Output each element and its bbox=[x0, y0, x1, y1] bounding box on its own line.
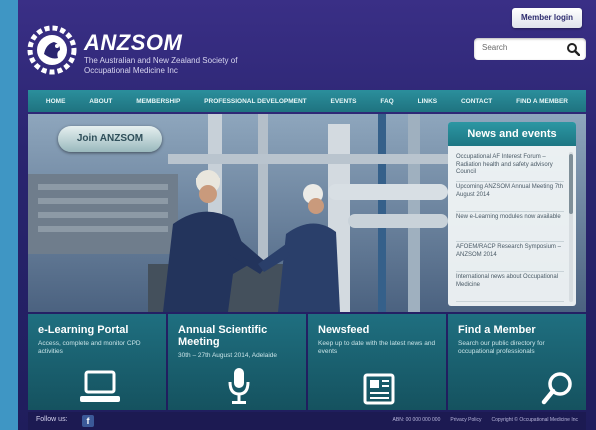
tile-title: Find a Member bbox=[458, 324, 536, 336]
facebook-icon[interactable]: f bbox=[82, 415, 94, 427]
nav-item-professional-development[interactable]: PROFESSIONAL DEVELOPMENT bbox=[204, 98, 306, 105]
news-item[interactable]: AFOEM/RACP Research Symposium – ANZSOM 2… bbox=[456, 242, 564, 272]
news-item[interactable]: Upcoming ANZSOM Annual Meeting 7th Augus… bbox=[456, 182, 564, 212]
news-item[interactable]: International news about Occupational Me… bbox=[456, 272, 564, 302]
nav-item-about[interactable]: ABOUT bbox=[89, 98, 112, 105]
tile-e-learning-portal[interactable]: e-Learning Portal Access, complete and m… bbox=[28, 314, 166, 410]
brand-name: ANZSOM bbox=[84, 30, 183, 55]
left-accent-bar bbox=[0, 0, 18, 430]
tile-description: Keep up to date with the latest news and… bbox=[318, 340, 436, 355]
tile-find-a-member[interactable]: Find a Member Search our public director… bbox=[448, 314, 586, 410]
nav-item-membership[interactable]: MEMBERSHIP bbox=[136, 98, 180, 105]
tile-title: e-Learning Portal bbox=[38, 324, 129, 336]
search-placeholder: Search bbox=[482, 43, 508, 52]
hero-banner: Join ANZSOM News and events Occupational… bbox=[28, 114, 586, 312]
feature-tiles: e-Learning Portal Access, complete and m… bbox=[28, 314, 586, 410]
page: Member login ANZSOM The Australian and N… bbox=[18, 0, 596, 430]
microphone-icon bbox=[228, 368, 250, 404]
nav-item-home[interactable]: HOME bbox=[46, 98, 66, 105]
news-item[interactable]: Occupational AF Interest Forum – Radiati… bbox=[456, 152, 564, 182]
tile-newsfeed[interactable]: Newsfeed Keep up to date with the latest… bbox=[308, 314, 446, 410]
tile-description: Search our public directory for occupati… bbox=[458, 340, 545, 355]
magnifier-icon bbox=[541, 372, 572, 405]
search-icon[interactable] bbox=[566, 42, 580, 56]
footer-links: ABN: 00 000 000 000 Privacy Policy Copyr… bbox=[393, 417, 578, 423]
tile-annual-scientific-meeting[interactable]: Annual Scientific Meeting 30th – 27th Au… bbox=[168, 314, 306, 410]
tile-description: 30th – 27th August 2014, Adelaide bbox=[178, 352, 278, 359]
news-scrollbar-thumb[interactable] bbox=[569, 154, 573, 214]
join-anzsom-button[interactable]: Join ANZSOM bbox=[58, 126, 162, 152]
footer: Follow us: f ABN: 00 000 000 000 Privacy… bbox=[28, 412, 586, 430]
tile-title: Annual Scientific Meeting bbox=[178, 324, 268, 348]
nav-item-events[interactable]: EVENTS bbox=[330, 98, 356, 105]
tile-title: Newsfeed bbox=[318, 324, 370, 336]
news-events-title: News and events bbox=[448, 122, 576, 146]
footer-copyright: Copyright © Occupational Medicine Inc bbox=[491, 417, 578, 423]
nav-item-faq[interactable]: FAQ bbox=[380, 98, 393, 105]
logo-icon bbox=[27, 25, 77, 75]
news-events-panel: News and events Occupational AF Interest… bbox=[448, 122, 576, 306]
tile-description: Access, complete and monitor CPD activit… bbox=[38, 340, 141, 355]
search-input[interactable]: Search bbox=[474, 38, 586, 60]
member-login-button[interactable]: Member login bbox=[512, 8, 582, 28]
footer-link-privacy[interactable]: Privacy Policy bbox=[450, 417, 481, 423]
nav-item-contact[interactable]: CONTACT bbox=[461, 98, 492, 105]
brand-subtitle: The Australian and New Zealand Society o… bbox=[84, 56, 238, 75]
nav-item-find-a-member[interactable]: FIND A MEMBER bbox=[516, 98, 568, 105]
news-list: Occupational AF Interest Forum – Radiati… bbox=[456, 152, 564, 302]
news-item[interactable]: New e-Learning modules now available bbox=[456, 212, 564, 242]
main-nav: HOME ABOUT MEMBERSHIP PROFESSIONAL DEVEL… bbox=[28, 90, 586, 112]
nav-item-links[interactable]: LINKS bbox=[418, 98, 438, 105]
follow-us-label: Follow us: bbox=[36, 416, 68, 423]
newspaper-icon bbox=[363, 373, 395, 405]
laptop-icon bbox=[80, 370, 120, 402]
footer-abn: ABN: 00 000 000 000 bbox=[392, 417, 441, 423]
